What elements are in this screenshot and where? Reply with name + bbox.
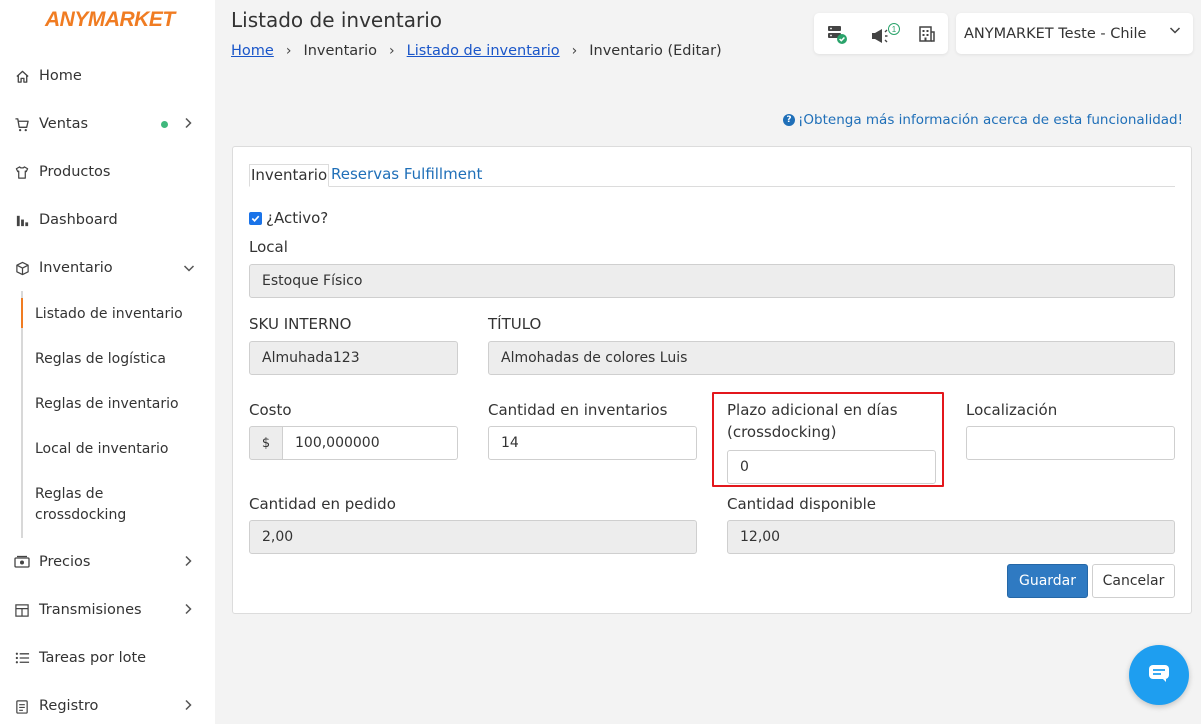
account-select-value: ANYMARKET Teste - Chile bbox=[964, 25, 1147, 42]
tab-inventario[interactable]: Inventario bbox=[249, 164, 330, 187]
price-tag-icon bbox=[14, 554, 30, 570]
sidebar-item-label: Productos bbox=[39, 164, 111, 180]
cost-input[interactable]: 100,000000 bbox=[282, 426, 458, 460]
breadcrumb: Home › Inventario › Listado de inventari… bbox=[231, 43, 722, 59]
home-icon bbox=[14, 68, 30, 84]
chat-icon bbox=[1147, 663, 1171, 687]
breadcrumb-listado-inventario[interactable]: Listado de inventario bbox=[407, 43, 560, 59]
help-link-text: ¡Obtenga más información acerca de esta … bbox=[798, 112, 1184, 128]
save-button[interactable]: Guardar bbox=[1007, 564, 1088, 598]
local-field: Estoque Físico bbox=[249, 264, 1175, 298]
subnav-rail bbox=[21, 291, 23, 538]
sidebar-item-home[interactable]: Home bbox=[0, 58, 215, 94]
megaphone-icon[interactable]: 1 bbox=[870, 23, 902, 45]
question-circle-icon: ? bbox=[783, 114, 795, 126]
sidebar-item-label: Inventario bbox=[39, 260, 113, 276]
chevron-right-icon bbox=[183, 697, 193, 715]
chevron-down-icon bbox=[1169, 24, 1181, 39]
sidebar-item-ventas[interactable]: Ventas bbox=[0, 106, 215, 142]
sidebar-item-tareas-por-lote[interactable]: Tareas por lote bbox=[0, 640, 215, 676]
sidebar-subitem-local-inventario[interactable]: Local de inventario bbox=[35, 439, 169, 460]
crossdocking-highlight-box bbox=[712, 392, 944, 487]
currency-prefix: $ bbox=[249, 426, 283, 460]
sidebar-subitem-reglas-crossdocking[interactable]: Reglas de crossdocking bbox=[35, 484, 155, 526]
quantity-input[interactable]: 14 bbox=[488, 426, 697, 460]
tab-reservas-fulfillment[interactable]: Reservas Fulfillment bbox=[331, 164, 482, 187]
ordered-quantity-field: 2,00 bbox=[249, 520, 697, 554]
account-select[interactable]: ANYMARKET Teste - Chile bbox=[956, 13, 1193, 54]
sidebar-item-label: Transmisiones bbox=[39, 602, 142, 618]
sidebar-item-label: Dashboard bbox=[39, 212, 118, 228]
sku-label: SKU INTERNO bbox=[249, 315, 352, 333]
sidebar-item-precios[interactable]: Precios bbox=[0, 544, 215, 580]
sidebar-item-label: Registro bbox=[39, 698, 99, 714]
sidebar-item-productos[interactable]: Productos bbox=[0, 154, 215, 190]
sidebar-item-label: Precios bbox=[39, 554, 91, 570]
breadcrumb-inventario: Inventario bbox=[303, 43, 378, 59]
cart-icon bbox=[14, 116, 30, 132]
sidebar-item-dashboard[interactable]: Dashboard bbox=[0, 202, 215, 238]
header-icon-group: 1 bbox=[814, 13, 948, 54]
anymarket-logo[interactable]: ANYMARKET bbox=[45, 8, 175, 32]
sidebar: ANYMARKET Home Ventas Productos Dashboar… bbox=[0, 0, 215, 724]
box-icon bbox=[14, 260, 30, 276]
list-icon bbox=[14, 650, 30, 666]
transmission-icon bbox=[14, 602, 30, 618]
chevron-right-icon: › bbox=[571, 43, 578, 59]
building-icon[interactable] bbox=[917, 23, 939, 45]
chevron-right-icon: › bbox=[389, 43, 395, 59]
sidebar-item-label: Tareas por lote bbox=[39, 650, 147, 666]
chevron-right-icon bbox=[183, 601, 193, 619]
active-checkbox[interactable] bbox=[249, 212, 262, 225]
page-title: Listado de inventario bbox=[231, 8, 443, 32]
location-label: Localización bbox=[966, 401, 1058, 419]
status-dot bbox=[161, 120, 168, 128]
sidebar-item-inventario[interactable]: Inventario bbox=[0, 250, 215, 286]
ordered-quantity-label: Cantidad en pedido bbox=[249, 495, 396, 513]
sidebar-subitem-reglas-inventario[interactable]: Reglas de inventario bbox=[35, 394, 179, 415]
title-field: Almohadas de colores Luis bbox=[488, 341, 1175, 375]
breadcrumb-home[interactable]: Home bbox=[231, 43, 274, 59]
sidebar-item-transmisiones[interactable]: Transmisiones bbox=[0, 592, 215, 628]
active-checkbox-label[interactable]: ¿Activo? bbox=[266, 209, 328, 227]
subnav-active-indicator bbox=[21, 298, 23, 328]
chevron-down-icon bbox=[183, 259, 195, 277]
cost-label: Costo bbox=[249, 401, 292, 419]
cancel-button[interactable]: Cancelar bbox=[1092, 564, 1175, 598]
available-quantity-field: 12,00 bbox=[727, 520, 1175, 554]
chevron-right-icon bbox=[183, 115, 193, 133]
breadcrumb-current: Inventario (Editar) bbox=[589, 43, 722, 59]
local-label: Local bbox=[249, 238, 288, 256]
chevron-right-icon: › bbox=[285, 43, 292, 59]
notification-badge: 1 bbox=[892, 25, 897, 34]
help-link[interactable]: ? ¡Obtenga más información acerca de est… bbox=[783, 112, 1183, 128]
clipboard-icon bbox=[14, 698, 30, 714]
location-input[interactable] bbox=[966, 426, 1175, 460]
sidebar-item-registro[interactable]: Registro bbox=[0, 688, 215, 724]
sidebar-item-label: Ventas bbox=[39, 116, 89, 132]
chevron-right-icon bbox=[183, 553, 193, 571]
sidebar-item-label: Home bbox=[39, 68, 82, 84]
available-quantity-label: Cantidad disponible bbox=[727, 495, 877, 513]
sidebar-subitem-reglas-logistica[interactable]: Reglas de logística bbox=[35, 349, 166, 370]
title-label: TÍTULO bbox=[488, 315, 542, 333]
quantity-label: Cantidad en inventarios bbox=[488, 401, 668, 419]
server-status-icon[interactable] bbox=[826, 23, 848, 45]
bar-chart-icon bbox=[14, 212, 30, 228]
sidebar-subitem-listado-inventario[interactable]: Listado de inventario bbox=[35, 304, 183, 325]
sku-field: Almuhada123 bbox=[249, 341, 458, 375]
shirt-icon bbox=[14, 164, 30, 180]
chat-support-button[interactable] bbox=[1129, 645, 1189, 705]
